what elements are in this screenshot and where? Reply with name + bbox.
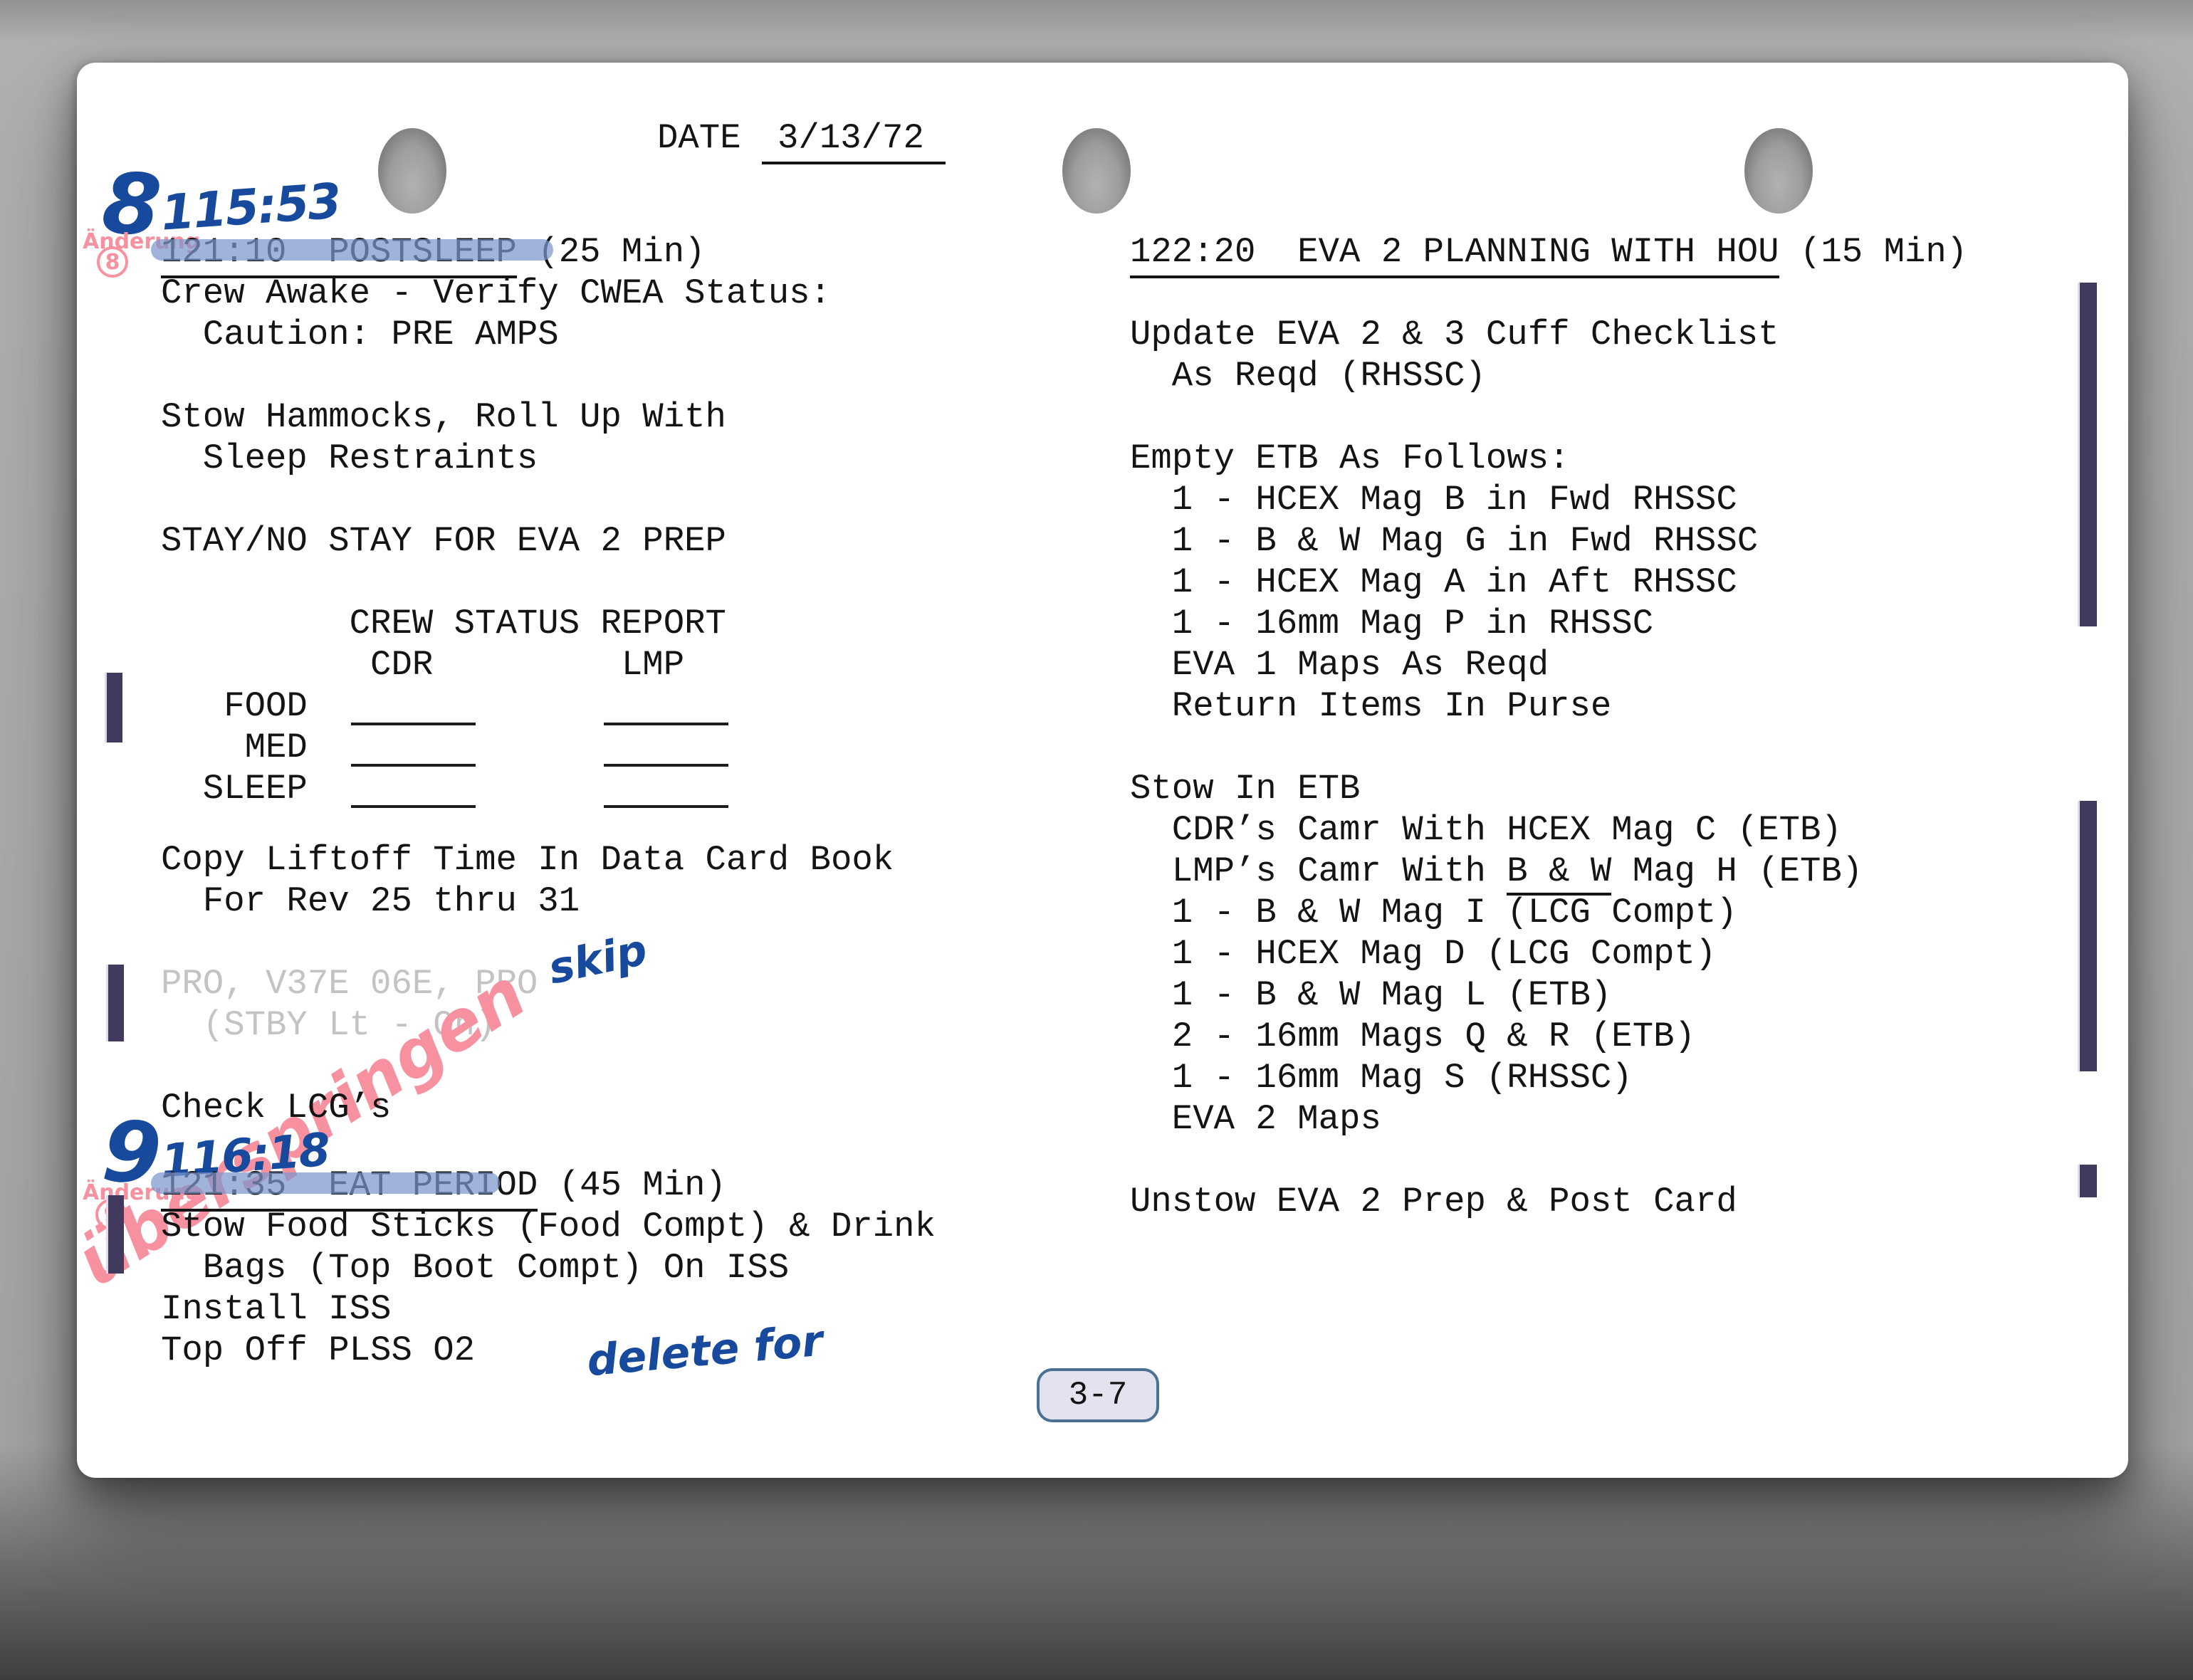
line-hcex-mag-b: 1 - HCEX Mag B in Fwd RHSSC bbox=[1130, 479, 1737, 520]
strikethrough-highlight bbox=[151, 1172, 500, 1194]
circled-change-number-8: 8 bbox=[97, 246, 128, 278]
page-number: 3-7 bbox=[1069, 1377, 1128, 1414]
step9-duration: (45 Min) bbox=[538, 1165, 726, 1205]
line-eva2-maps: EVA 2 Maps bbox=[1130, 1098, 1381, 1140]
binder-hole-icon bbox=[1062, 128, 1131, 214]
fill-in-blank-line bbox=[351, 805, 476, 808]
binder-hole-icon bbox=[1744, 128, 1813, 214]
date-line: DATE 3/13/72 bbox=[657, 117, 946, 159]
line-lmp-camr: LMP’s Camr With B & W Mag H (ETB) bbox=[1130, 851, 1863, 892]
line-stow-food-sticks: Stow Food Sticks (Food Compt) & Drink bbox=[161, 1206, 936, 1247]
right-heading-underlined: 122:20 EVA 2 PLANNING WITH HOU bbox=[1130, 232, 1779, 278]
crew-status-row-sleep: SLEEP bbox=[161, 768, 308, 809]
line-install-iss: Install ISS bbox=[161, 1288, 391, 1330]
scanned-checklist-screenshot: { "document": { "date_label": "DATE", "d… bbox=[0, 0, 2193, 1680]
bw-underlined: B & W bbox=[1507, 851, 1611, 896]
line-bw-mag-l: 1 - B & W Mag L (ETB) bbox=[1130, 975, 1611, 1016]
date-label: DATE bbox=[657, 118, 741, 158]
line-empty-etb: Empty ETB As Follows: bbox=[1130, 438, 1570, 479]
line-16mm-mag-s: 1 - 16mm Mag S (RHSSC) bbox=[1130, 1057, 1633, 1098]
crew-status-row-med: MED bbox=[161, 727, 308, 768]
line-bw-mag-i: 1 - B & W Mag I (LCG Compt) bbox=[1130, 892, 1737, 933]
date-value: 3/13/72 bbox=[762, 118, 946, 164]
line-copy-liftoff: Copy Liftoff Time In Data Card Book bbox=[161, 839, 894, 881]
change-bar bbox=[108, 1195, 124, 1274]
crew-status-title: CREW STATUS REPORT bbox=[161, 603, 726, 644]
fill-in-blank-line bbox=[604, 805, 728, 808]
line-stow-hammocks: Stow Hammocks, Roll Up With bbox=[161, 397, 726, 438]
page-number-badge: 3-7 bbox=[1037, 1368, 1159, 1422]
line-bw-mag-g: 1 - B & W Mag G in Fwd RHSSC bbox=[1130, 520, 1758, 562]
line-caution: Caution: PRE AMPS bbox=[161, 314, 559, 355]
crew-status-columns: CDR LMP bbox=[161, 644, 684, 686]
change-bar bbox=[2080, 283, 2097, 626]
line-eva1-maps: EVA 1 Maps As Reqd bbox=[1130, 644, 1549, 686]
change-bar bbox=[108, 965, 124, 1041]
line-16mm-mag-p: 1 - 16mm Mag P in RHSSC bbox=[1130, 603, 1653, 644]
right-heading-duration: (15 Min) bbox=[1779, 232, 1968, 272]
line-return-items: Return Items In Purse bbox=[1130, 686, 1611, 727]
handwritten-delete-for: delete for bbox=[585, 1318, 825, 1385]
line-16mm-mags-qr: 2 - 16mm Mags Q & R (ETB) bbox=[1130, 1016, 1695, 1057]
line-hcex-mag-d: 1 - HCEX Mag D (LCG Compt) bbox=[1130, 933, 1716, 975]
line-stay-no-stay: STAY/NO STAY FOR EVA 2 PREP bbox=[161, 520, 726, 562]
line-stow-in-etb: Stow In ETB bbox=[1130, 768, 1360, 809]
binder-hole-icon bbox=[378, 128, 446, 214]
line-update-cuff: Update EVA 2 & 3 Cuff Checklist bbox=[1130, 314, 1779, 355]
change-bar bbox=[2080, 801, 2097, 1071]
line-top-off-plss: Top Off PLSS O2 bbox=[161, 1330, 475, 1371]
strikethrough-highlight bbox=[151, 239, 553, 261]
line-for-rev: For Rev 25 thru 31 bbox=[161, 881, 580, 922]
fill-in-blank-line bbox=[604, 723, 728, 725]
line-unstow-eva2: Unstow EVA 2 Prep & Post Card bbox=[1130, 1181, 1737, 1222]
line-cdr-camr: CDR’s Camr With HCEX Mag C (ETB) bbox=[1130, 809, 1842, 851]
checklist-page: DATE 3/13/72 8 115:53 Änderung 8 121:10 … bbox=[77, 63, 2128, 1478]
line-as-reqd: As Reqd (RHSSC) bbox=[1130, 355, 1486, 397]
line-bags-top-boot: Bags (Top Boot Compt) On ISS bbox=[161, 1247, 789, 1288]
handwritten-skip: skip bbox=[545, 927, 651, 992]
change-bar bbox=[107, 673, 122, 742]
line-sleep-restraints: Sleep Restraints bbox=[161, 438, 538, 479]
change-bar bbox=[2080, 1165, 2097, 1197]
fill-in-blank-line bbox=[351, 764, 476, 767]
line-crew-awake: Crew Awake - Verify CWEA Status: bbox=[161, 273, 831, 314]
line-check-lcg: Check LCG’s bbox=[161, 1087, 391, 1128]
right-heading: 122:20 EVA 2 PLANNING WITH HOU (15 Min) bbox=[1130, 231, 1967, 273]
crew-status-row-food: FOOD bbox=[161, 686, 308, 727]
fill-in-blank-line bbox=[604, 764, 728, 767]
line-hcex-mag-a: 1 - HCEX Mag A in Aft RHSSC bbox=[1130, 562, 1737, 603]
fill-in-blank-line bbox=[351, 723, 476, 725]
